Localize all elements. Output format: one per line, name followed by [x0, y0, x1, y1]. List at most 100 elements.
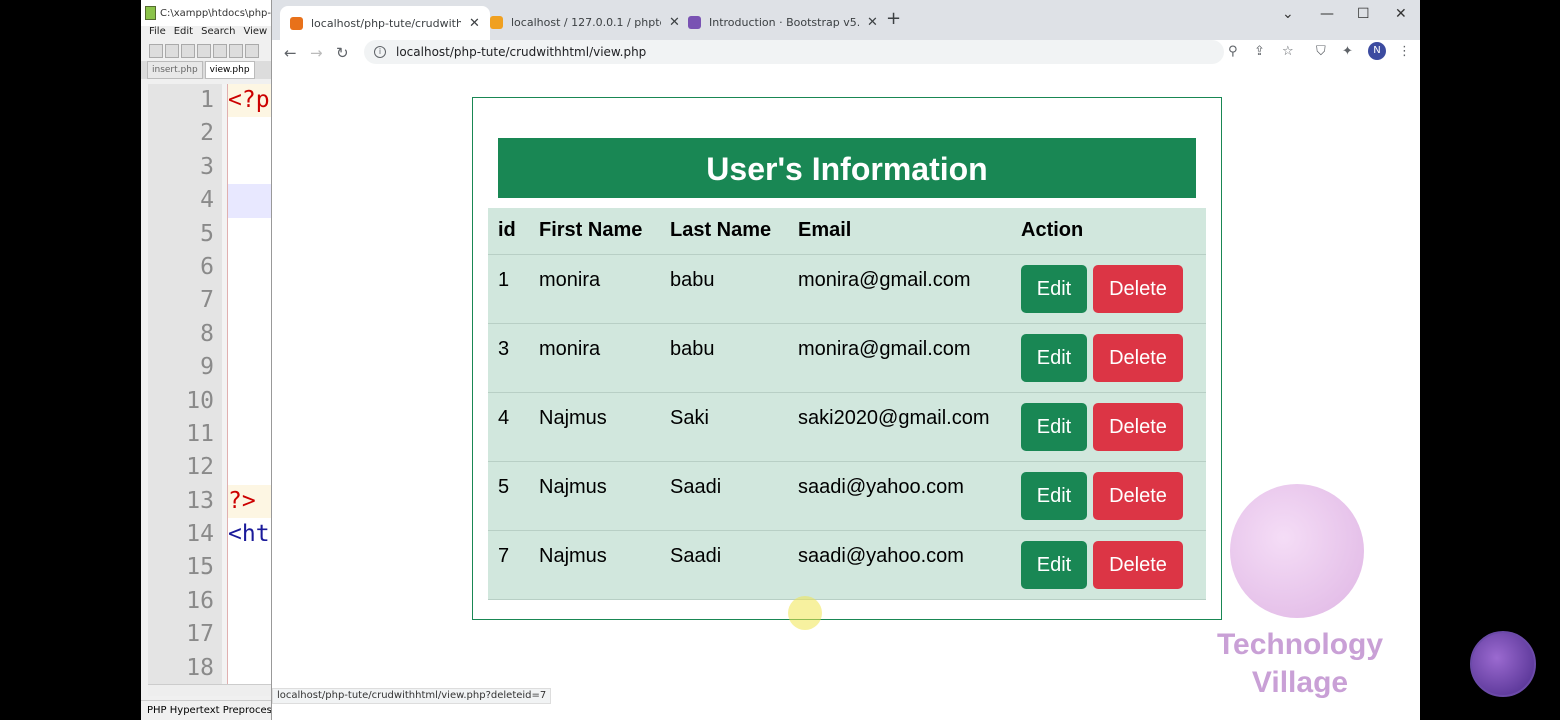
table-row: 5 Najmus Saadi saadi@yahoo.com Edit Delete: [488, 461, 1206, 531]
browser-tab-view[interactable]: localhost/php-tute/crudwithhtml ✕: [280, 6, 490, 40]
close-icon[interactable]: ✕: [867, 15, 878, 30]
browser-tab-title: localhost/php-tute/crudwithhtml: [311, 16, 461, 30]
editor-tab-insert[interactable]: insert.php: [147, 61, 203, 79]
table-header-row: id First Name Last Name Email Action: [488, 208, 1206, 255]
close-icon[interactable]: ✕: [469, 16, 480, 31]
reload-icon[interactable]: ↻: [336, 44, 349, 62]
col-first-name: First Name: [529, 208, 660, 255]
code-line-4: [228, 184, 271, 218]
menu-search[interactable]: Search: [201, 26, 235, 41]
watermark-line1: Technology: [1216, 628, 1384, 661]
browser-window: localhost/php-tute/crudwithhtml ✕ localh…: [272, 0, 1420, 720]
cell-first-name: monira: [529, 323, 660, 393]
users-table: id First Name Last Name Email Action 1 mo…: [488, 208, 1206, 600]
line-number: 1: [200, 87, 214, 113]
cell-last-name: Saadi: [660, 461, 788, 531]
back-arrow-icon[interactable]: ←: [284, 44, 297, 62]
web-page: User's Information id First Name Last Na…: [272, 66, 1420, 704]
share-icon[interactable]: ⇪: [1254, 44, 1265, 59]
line-number: 14: [186, 521, 214, 548]
code-line-14: <ht: [228, 521, 270, 548]
maximize-icon[interactable]: ☐: [1357, 6, 1370, 22]
cell-id: 5: [488, 461, 529, 531]
cell-action: Edit Delete: [1011, 254, 1206, 324]
users-card: User's Information id First Name Last Na…: [472, 97, 1222, 620]
horizontal-scrollbar[interactable]: [148, 684, 271, 696]
line-number: 13: [186, 487, 214, 514]
col-last-name: Last Name: [660, 208, 788, 255]
edit-button[interactable]: Edit: [1021, 540, 1087, 589]
cell-first-name: Najmus: [529, 392, 660, 462]
site-info-icon[interactable]: i: [374, 46, 386, 58]
new-tab-plus-icon[interactable]: +: [886, 8, 901, 29]
close-all-icon[interactable]: [229, 44, 243, 58]
status-link: localhost/php-tute/crudwithhtml/view.php…: [272, 688, 552, 704]
bookmark-star-icon[interactable]: ☆: [1282, 44, 1294, 59]
more-menu-icon[interactable]: ⋮: [1398, 44, 1411, 59]
delete-button[interactable]: Delete: [1093, 471, 1183, 520]
cell-email: saadi@yahoo.com: [788, 461, 1011, 531]
address-bar[interactable]: i localhost/php-tute/crudwithhtml/view.p…: [364, 40, 1224, 64]
line-number: 18: [186, 654, 214, 681]
code-text[interactable]: <?p ?> <ht: [228, 84, 271, 684]
menu-file[interactable]: File: [149, 26, 166, 41]
save-icon[interactable]: [181, 44, 195, 58]
browser-toolbar: ← → ↻ i localhost/php-tute/crudwithhtml/…: [272, 40, 1420, 66]
cell-last-name: Saki: [660, 392, 788, 462]
editor-tab-view[interactable]: view.php: [204, 61, 255, 79]
save-all-icon[interactable]: [197, 44, 211, 58]
browser-tab-phpmyadmin[interactable]: localhost / 127.0.0.1 / phptestdb ✕: [480, 8, 690, 36]
close-file-icon[interactable]: [213, 44, 227, 58]
screen: C:\xampp\htdocs\php- File Edit Search Vi…: [0, 0, 1560, 720]
menu-edit[interactable]: Edit: [174, 26, 193, 41]
minimize-icon[interactable]: —: [1320, 6, 1334, 22]
tab-search-chevron-icon[interactable]: ⌄: [1282, 6, 1294, 22]
code-line-13: ?>: [228, 484, 271, 519]
line-number: 17: [186, 621, 214, 648]
table-row: 7 Najmus Saadi saadi@yahoo.com Edit Delete: [488, 530, 1206, 600]
line-number: 5: [200, 220, 214, 247]
print-icon[interactable]: [245, 44, 259, 58]
delete-button[interactable]: Delete: [1093, 402, 1183, 451]
open-file-icon[interactable]: [165, 44, 179, 58]
edit-button[interactable]: Edit: [1021, 264, 1087, 313]
cell-last-name: babu: [660, 254, 788, 324]
watermark-text: Technology Village: [1200, 626, 1400, 702]
edit-button[interactable]: Edit: [1021, 402, 1087, 451]
delete-button[interactable]: Delete: [1093, 264, 1183, 313]
window-close-icon[interactable]: ✕: [1395, 6, 1407, 22]
browser-tab-bootstrap[interactable]: Introduction · Bootstrap v5.0 ✕: [678, 8, 888, 36]
table-row: 4 Najmus Saki saki2020@gmail.com Edit Delete: [488, 392, 1206, 462]
line-number: 12: [186, 454, 214, 481]
editor-titlebar: C:\xampp\htdocs\php-: [141, 0, 271, 26]
profile-avatar[interactable]: N: [1368, 42, 1386, 60]
forward-arrow-icon[interactable]: →: [310, 44, 323, 62]
cell-id: 3: [488, 323, 529, 393]
edit-button[interactable]: Edit: [1021, 471, 1087, 520]
cell-id: 4: [488, 392, 529, 462]
watermark-globe-icon: [1230, 484, 1364, 618]
line-number: 8: [200, 320, 214, 347]
shield-extension-icon[interactable]: ⛉: [1316, 44, 1326, 59]
delete-button[interactable]: Delete: [1093, 333, 1183, 382]
mouse-cursor-highlight: [788, 596, 822, 630]
bootstrap-favicon-icon: [688, 15, 701, 29]
cell-action: Edit Delete: [1011, 461, 1206, 531]
editor-tabs: insert.php view.php: [141, 61, 271, 79]
line-number: 10: [186, 387, 214, 414]
cell-last-name: babu: [660, 323, 788, 393]
edit-button[interactable]: Edit: [1021, 333, 1087, 382]
cell-email: monira@gmail.com: [788, 254, 1011, 324]
extensions-puzzle-icon[interactable]: ✦: [1342, 44, 1353, 59]
delete-button[interactable]: Delete: [1093, 540, 1183, 589]
zoom-icon[interactable]: ⚲: [1228, 44, 1238, 59]
menu-view[interactable]: View: [243, 26, 267, 41]
cell-action: Edit Delete: [1011, 323, 1206, 393]
new-file-icon[interactable]: [149, 44, 163, 58]
line-number: 9: [200, 354, 214, 381]
cell-email: saki2020@gmail.com: [788, 392, 1011, 462]
code-area[interactable]: 1 2 3 4 5 6 7 8 9 10 11 12 13 14 15 16 17 18 <?p ?> <ht: [148, 84, 271, 684]
col-email: Email: [788, 208, 1011, 255]
